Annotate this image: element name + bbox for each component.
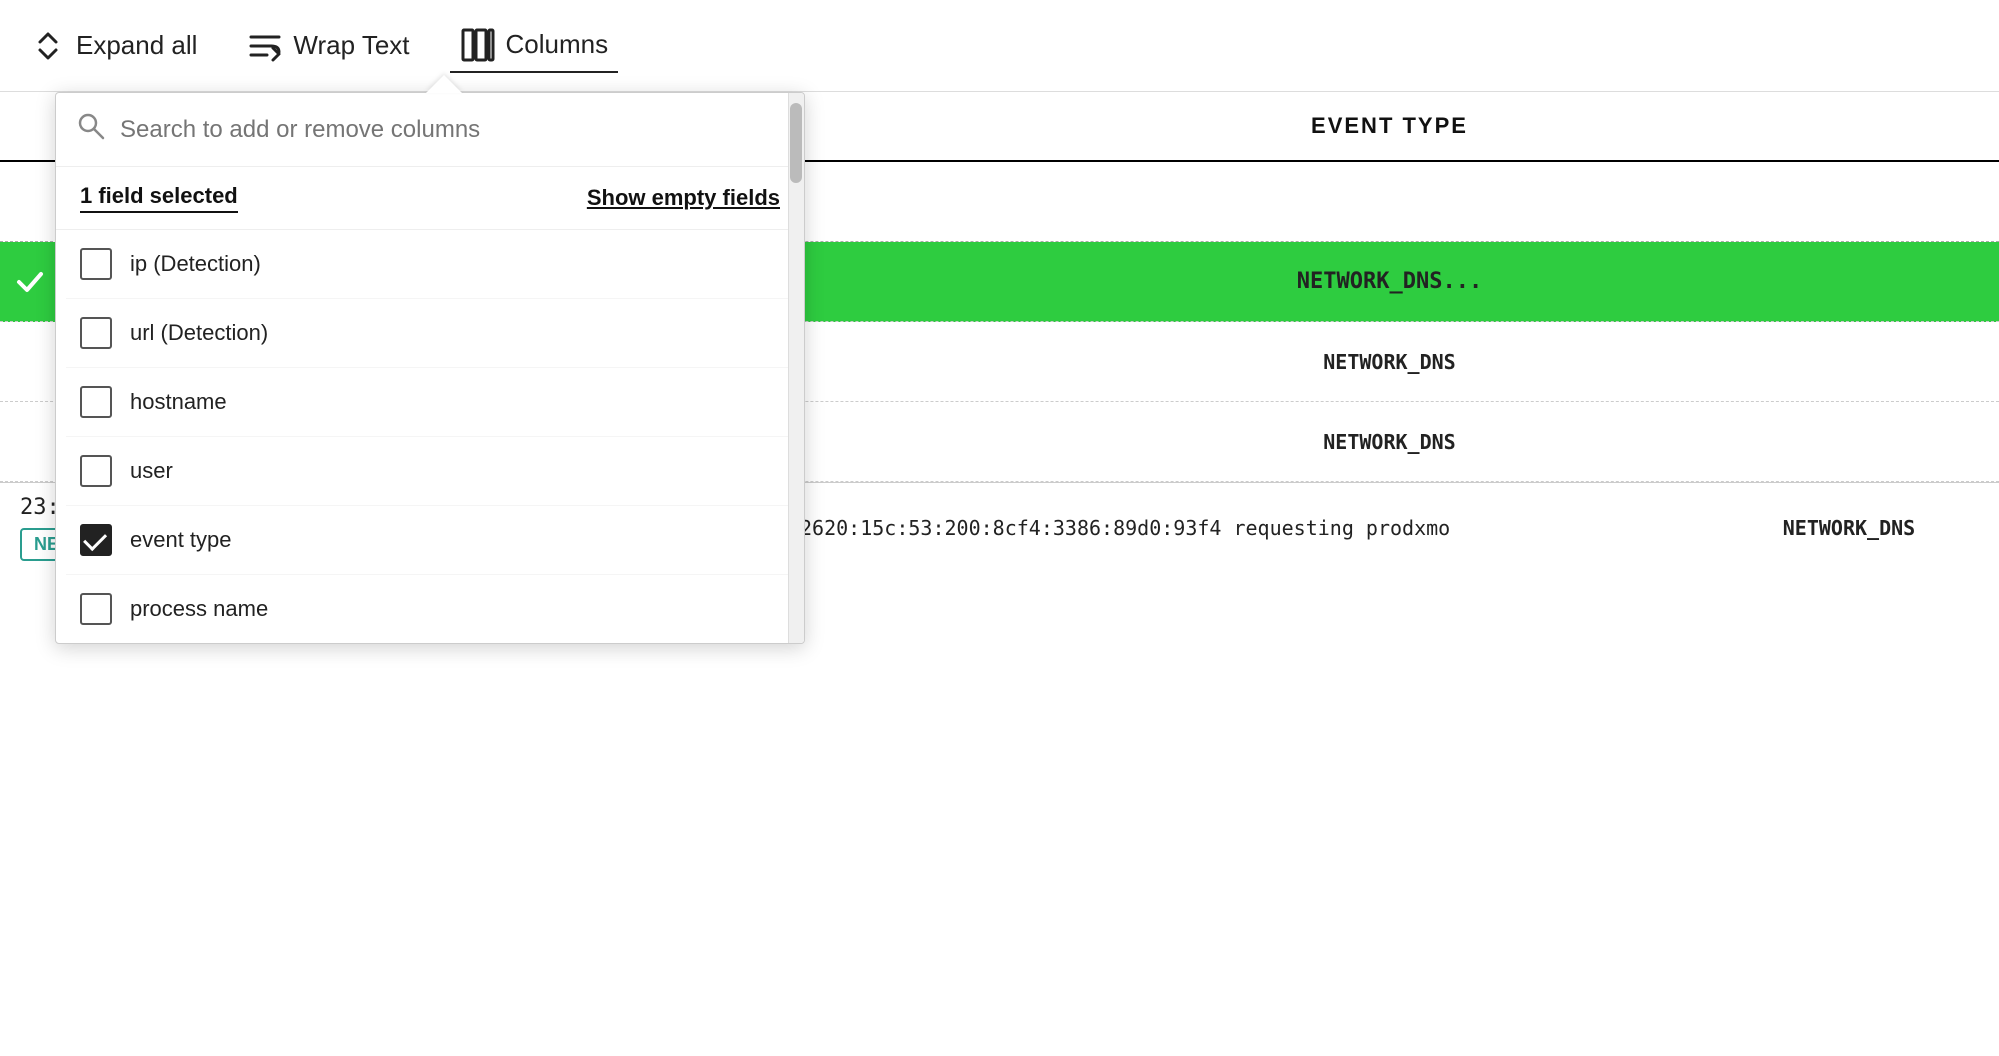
field-label-user: user [130, 458, 173, 484]
field-label-ip: ip (Detection) [130, 251, 261, 277]
field-count-label: 1 field selected [80, 183, 238, 213]
checkbox-user[interactable] [80, 455, 112, 487]
scrollbar-thumb[interactable] [790, 103, 802, 183]
field-item-event-type[interactable]: event type [66, 506, 794, 575]
field-label-url: url (Detection) [130, 320, 268, 346]
show-empty-fields-button[interactable]: Show empty fields [587, 185, 780, 211]
field-list: ip (Detection) url (Detection) hostname … [56, 230, 804, 643]
field-label-event-type: event type [130, 527, 232, 553]
field-item-user[interactable]: user [66, 437, 794, 506]
columns-button[interactable]: Columns [450, 19, 619, 73]
field-label-process-name: process name [130, 596, 268, 622]
row-event-1 [780, 192, 1999, 212]
bottom-row-text: 2620:15c:53:200:8cf4:3386:89d0:93f4 requ… [780, 506, 1699, 550]
row-event-4: NETWORK_DNS [780, 420, 1999, 464]
expand-all-label: Expand all [76, 30, 197, 61]
columns-label: Columns [506, 29, 609, 60]
columns-dropdown: 1 field selected Show empty fields ip (D… [55, 92, 805, 644]
dropdown-search-icon [76, 111, 106, 148]
wrap-text-icon [247, 28, 283, 64]
scrollbar-track[interactable] [788, 93, 804, 643]
checkbox-ip[interactable] [80, 248, 112, 280]
checkbox-url[interactable] [80, 317, 112, 349]
row-checkbox-2[interactable] [0, 265, 60, 299]
expand-all-icon [30, 28, 66, 64]
checkbox-event-type[interactable] [80, 524, 112, 556]
row-event-3: NETWORK_DNS [780, 340, 1999, 384]
expand-all-button[interactable]: Expand all [20, 20, 207, 72]
toolbar: Expand all Wrap Text Columns [0, 0, 1999, 92]
field-item-url[interactable]: url (Detection) [66, 299, 794, 368]
checkbox-process-name[interactable] [80, 593, 112, 625]
wrap-text-label: Wrap Text [293, 30, 409, 61]
bottom-event-type: NETWORK_DNS [1699, 506, 1999, 550]
row-event-2: NETWORK_DNS... [780, 259, 1999, 304]
checkbox-hostname[interactable] [80, 386, 112, 418]
wrap-text-button[interactable]: Wrap Text [237, 20, 419, 72]
columns-search-input[interactable] [120, 116, 784, 144]
columns-icon [460, 27, 496, 63]
event-type-column-header: EVENT TYPE [780, 92, 1999, 160]
search-row [56, 93, 804, 167]
field-item-hostname[interactable]: hostname [66, 368, 794, 437]
field-count-row: 1 field selected Show empty fields [56, 167, 804, 230]
field-item-process-name[interactable]: process name [66, 575, 794, 643]
main-area: TIMELINE EVENT TYPE xx219200r0c5--dr-er0… [0, 92, 1999, 1056]
field-item-ip[interactable]: ip (Detection) [66, 230, 794, 299]
field-label-hostname: hostname [130, 389, 227, 415]
dropdown-arrow [426, 75, 462, 93]
